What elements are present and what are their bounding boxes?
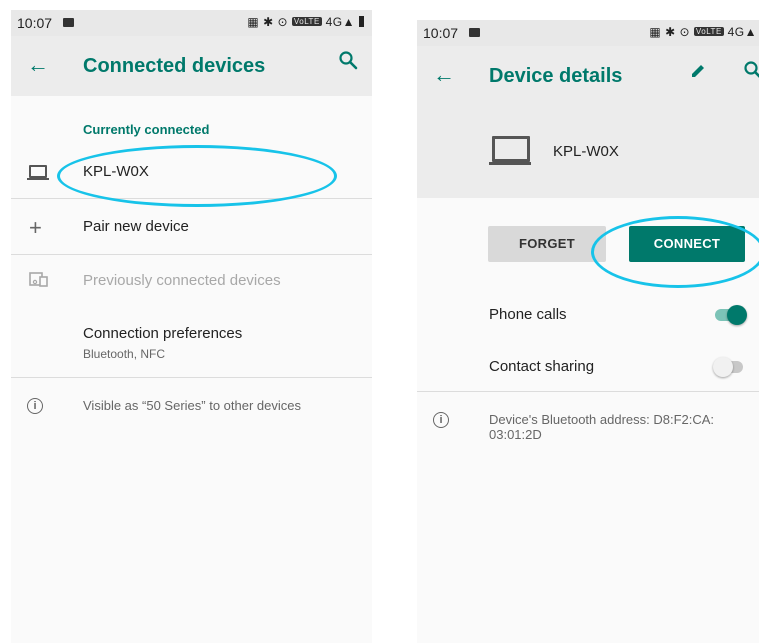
battery-icon xyxy=(359,16,364,27)
connection-preferences-label: Connection preferences xyxy=(83,325,243,342)
system-status-icons: ▦ ✱ ⊙ VoLTE 4G▲ xyxy=(649,25,757,39)
phone-calls-toggle[interactable] xyxy=(713,304,747,326)
back-arrow-icon[interactable]: ← xyxy=(27,52,49,78)
connection-preferences-summary: Bluetooth, NFC xyxy=(83,347,166,361)
image-notification-icon xyxy=(469,28,480,37)
search-icon[interactable] xyxy=(743,60,759,86)
contact-sharing-toggle[interactable] xyxy=(713,356,747,378)
divider xyxy=(11,198,372,199)
info-icon: i xyxy=(27,398,43,414)
forget-button[interactable]: FORGET xyxy=(488,226,606,262)
bluetooth-address-text: Device's Bluetooth address: D8:F2:CA: 03… xyxy=(489,412,715,442)
divider xyxy=(417,391,759,392)
connect-button[interactable]: CONNECT xyxy=(629,226,745,262)
page-title: Connected devices xyxy=(83,55,266,77)
phone-calls-label: Phone calls xyxy=(489,306,567,323)
laptop-icon xyxy=(489,136,531,166)
page-title: Device details xyxy=(489,65,623,87)
status-bar: 10:07 ▦ ✱ ⊙ VoLTE 4G▲ xyxy=(417,20,759,46)
plus-icon: + xyxy=(29,215,42,240)
status-time: 10:07 xyxy=(17,15,53,31)
previously-connected-label: Previously connected devices xyxy=(83,272,281,289)
edit-pencil-icon[interactable] xyxy=(689,60,707,86)
visibility-info-text: Visible as “50 Series” to other devices xyxy=(83,398,301,413)
pair-new-device-label: Pair new device xyxy=(83,218,189,235)
app-bar: ← Connected devices xyxy=(11,36,372,96)
image-notification-icon xyxy=(63,18,74,27)
connected-devices-screen: 10:07 ▦ ✱ ⊙ VoLTE 4G▲ ← Connected device… xyxy=(11,10,372,643)
contact-sharing-label: Contact sharing xyxy=(489,358,595,375)
info-icon: i xyxy=(433,412,449,428)
device-details-screen: 10:07 ▦ ✱ ⊙ VoLTE 4G▲ ← Device details K… xyxy=(417,20,759,643)
device-header: KPL-W0X xyxy=(417,106,759,198)
laptop-icon xyxy=(27,165,49,181)
status-time: 10:07 xyxy=(423,25,459,41)
device-name: KPL-W0X xyxy=(553,143,619,160)
back-arrow-icon[interactable]: ← xyxy=(433,62,455,88)
divider xyxy=(11,377,372,378)
connected-device-name: KPL-W0X xyxy=(83,163,149,180)
app-bar: ← Device details xyxy=(417,46,759,106)
divider xyxy=(11,254,372,255)
search-icon[interactable] xyxy=(338,50,358,76)
status-bar: 10:07 ▦ ✱ ⊙ VoLTE 4G▲ xyxy=(11,10,372,36)
devices-icon xyxy=(29,272,49,293)
system-status-icons: ▦ ✱ ⊙ VoLTE 4G▲ xyxy=(247,15,364,29)
section-header-currently-connected: Currently connected xyxy=(83,122,210,137)
